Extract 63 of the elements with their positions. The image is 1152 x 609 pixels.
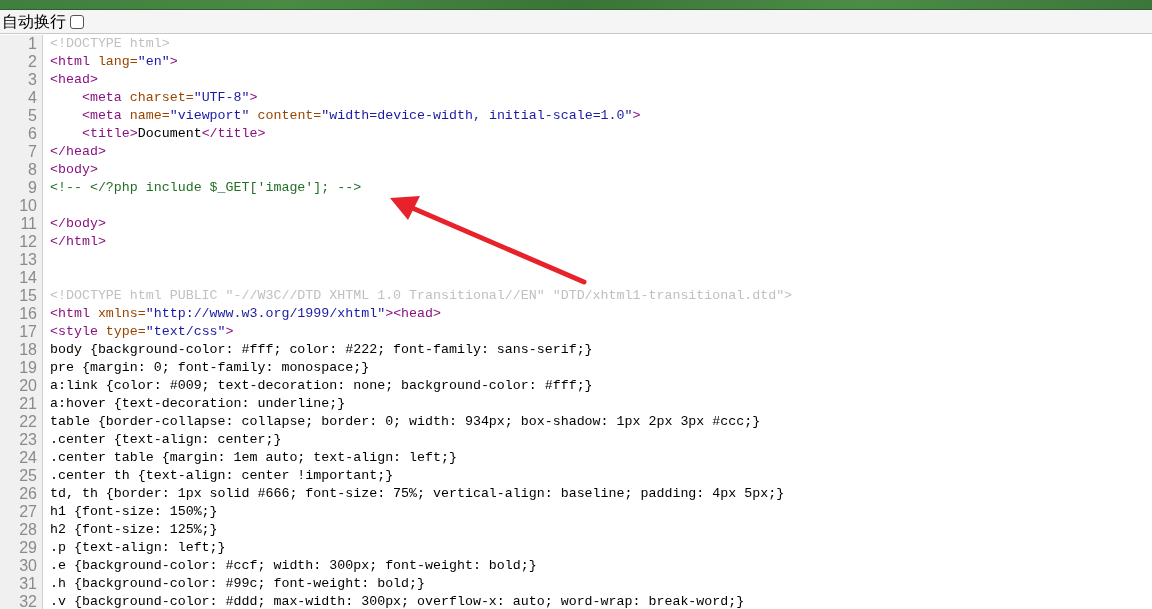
code-line: .h {background-color: #99c; font-weight: bold;} bbox=[50, 575, 426, 593]
line-number: 30 bbox=[18, 557, 38, 575]
code-line: <body> bbox=[50, 161, 98, 179]
line-number: 25 bbox=[18, 467, 38, 485]
line-number: 12 bbox=[18, 233, 38, 251]
code-line: <!DOCTYPE html> bbox=[50, 35, 170, 53]
line-number: 7 bbox=[27, 143, 38, 161]
line-number: 27 bbox=[18, 503, 38, 521]
code-line: <style type="text/css"> bbox=[50, 323, 234, 341]
line-number: 13 bbox=[18, 251, 38, 269]
code-line: </body> bbox=[50, 215, 106, 233]
code-line: h2 {font-size: 125%;} bbox=[50, 521, 218, 539]
line-number: 15 bbox=[18, 287, 38, 305]
code-line: <html xmlns="http://www.w3.org/1999/xhtml"><head> bbox=[50, 305, 441, 323]
line-number: 10 bbox=[18, 197, 38, 215]
code-line: <!DOCTYPE html PUBLIC "-//W3C//DTD XHTML 1.0 Transitional//EN" "DTD/xhtml1-transitional.dtd"> bbox=[50, 287, 793, 305]
code-line: h1 {font-size: 150%;} bbox=[50, 503, 218, 521]
line-number: 9 bbox=[27, 179, 38, 197]
line-number: 18 bbox=[18, 341, 38, 359]
code-line: .v {background-color: #ddd; max-width: 300px; overflow-x: auto; word-wrap: break-word;} bbox=[50, 593, 745, 609]
line-number: 6 bbox=[27, 125, 38, 143]
code-line: .e {background-color: #ccf; width: 300px; font-weight: bold;} bbox=[50, 557, 537, 575]
code-line: .center {text-align: center;} bbox=[50, 431, 282, 449]
line-number: 3 bbox=[27, 71, 38, 89]
line-number: 21 bbox=[18, 395, 38, 413]
line-number: 2 bbox=[27, 53, 38, 71]
code-line: </html> bbox=[50, 233, 106, 251]
line-number: 4 bbox=[27, 89, 38, 107]
line-number: 1 bbox=[27, 35, 38, 53]
line-number: 17 bbox=[18, 323, 38, 341]
code-line: <!-- </?php include $_GET['image']; --> bbox=[50, 179, 362, 197]
code-line: <head> bbox=[50, 71, 98, 89]
line-number: 29 bbox=[18, 539, 38, 557]
code-line: <meta charset="UTF-8"> bbox=[80, 89, 258, 107]
line-number: 23 bbox=[18, 431, 38, 449]
line-number: 14 bbox=[18, 269, 38, 287]
line-number: 32 bbox=[18, 593, 38, 609]
code-line: td, th {border: 1px solid #666; font-size: 75%; vertical-align: baseline; padding: 4px 5px;} bbox=[50, 485, 785, 503]
code-line: .center table {margin: 1em auto; text-align: left;} bbox=[50, 449, 457, 467]
code-line: <title>Document</title> bbox=[80, 125, 266, 143]
code-line: <html lang="en"> bbox=[50, 53, 178, 71]
wrap-checkbox[interactable] bbox=[70, 14, 84, 29]
code-line: <meta name="viewport" content="width=device-width, initial-scale=1.0"> bbox=[80, 107, 641, 125]
code-line: table {border-collapse: collapse; border: 0; width: 934px; box-shadow: 1px 2px 3px #ccc;} bbox=[50, 413, 761, 431]
line-number: 31 bbox=[18, 575, 38, 593]
line-number: 22 bbox=[18, 413, 38, 431]
code-line: .p {text-align: left;} bbox=[50, 539, 226, 557]
line-number: 5 bbox=[27, 107, 38, 125]
code-line: body {background-color: #fff; color: #222; font-family: sans-serif;} bbox=[50, 341, 593, 359]
line-number: 16 bbox=[18, 305, 38, 323]
line-number: 20 bbox=[18, 377, 38, 395]
line-number: 19 bbox=[18, 359, 38, 377]
wrap-label: 自动换行 bbox=[2, 13, 66, 30]
line-number: 24 bbox=[18, 449, 38, 467]
code-line: a:hover {text-decoration: underline;} bbox=[50, 395, 346, 413]
code-line: .center th {text-align: center !important;} bbox=[50, 467, 394, 485]
code-line: a:link {color: #009; text-decoration: none; background-color: #fff;} bbox=[50, 377, 593, 395]
line-number: 26 bbox=[18, 485, 38, 503]
line-number: 8 bbox=[27, 161, 38, 179]
code-line: pre {margin: 0; font-family: monospace;} bbox=[50, 359, 370, 377]
line-number: 11 bbox=[19, 215, 38, 233]
line-number: 28 bbox=[18, 521, 38, 539]
code-line: </head> bbox=[50, 143, 106, 161]
